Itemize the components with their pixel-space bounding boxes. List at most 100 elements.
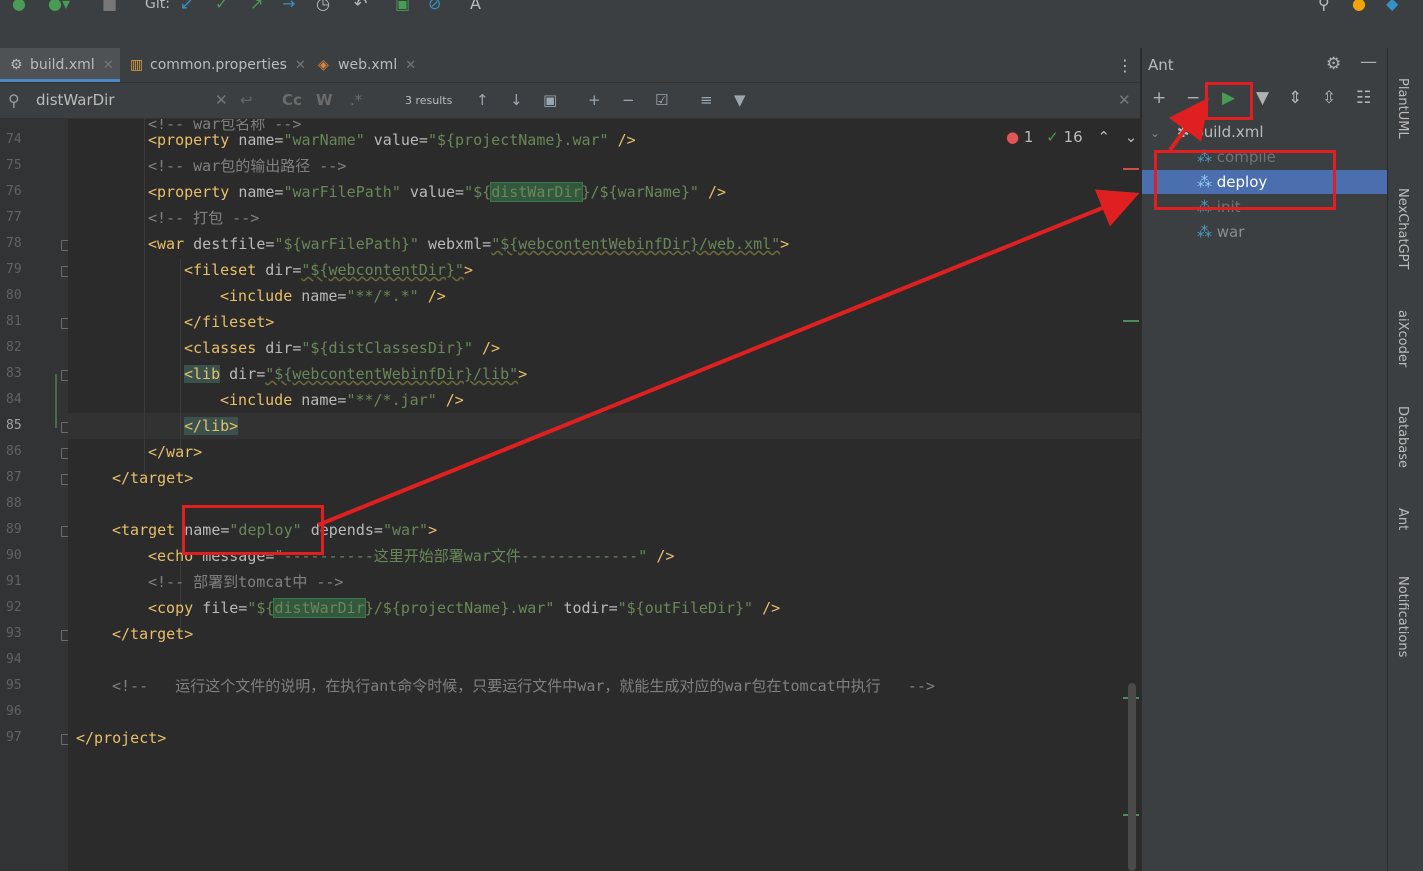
line-number: 95 xyxy=(6,678,22,693)
build-icon[interactable]: ● xyxy=(12,0,26,13)
error-icon: ● xyxy=(1006,128,1020,146)
line-number: 79 xyxy=(6,262,22,277)
select-all-occurrences-icon[interactable]: ☑ xyxy=(655,91,668,109)
tab-common-properties[interactable]: ▥ common.properties ✕ xyxy=(120,48,310,82)
add-selection-icon[interactable]: + xyxy=(588,91,601,109)
prev-highlight-icon[interactable]: ⌃ xyxy=(1097,128,1110,146)
panel-title: Ant xyxy=(1148,56,1174,74)
code-line-81: </fileset> xyxy=(184,313,275,331)
rollback-icon[interactable]: ↶ xyxy=(354,0,367,13)
line-number: 89 xyxy=(6,522,22,537)
rail-notifications[interactable]: Notifications xyxy=(1395,576,1410,657)
next-highlight-icon[interactable]: ⌄ xyxy=(1125,128,1138,146)
line-number: 83 xyxy=(6,366,22,381)
translate-icon[interactable]: A xyxy=(470,0,481,13)
line-number: 96 xyxy=(6,704,22,719)
right-tool-rail: PlantUML NexChatGPT aiXcoder Database An… xyxy=(1387,48,1423,871)
line-number: 94 xyxy=(6,652,22,667)
select-all-icon[interactable]: ▣ xyxy=(543,91,557,109)
minimize-icon[interactable]: — xyxy=(1360,52,1377,72)
code-line-76: <property name="warFilePath" value="${di… xyxy=(148,182,726,202)
collapse-all-icon[interactable]: ⇳ xyxy=(1322,88,1336,108)
code-line-77: <!-- 打包 --> xyxy=(148,209,260,227)
git-push-icon[interactable]: ↗ xyxy=(250,0,263,13)
line-number: 93 xyxy=(6,626,22,641)
annotation-box-run-button xyxy=(1205,82,1253,120)
warning-check-icon: ✓ xyxy=(1046,128,1059,146)
run-icon[interactable]: ●▾ xyxy=(48,0,70,13)
git-update-icon[interactable]: ↙ xyxy=(180,0,193,13)
stop-icon[interactable]: ■ xyxy=(102,0,117,13)
annotation-box-deploy-item xyxy=(1154,150,1336,210)
match-case-button[interactable]: Cc xyxy=(282,91,302,109)
close-icon[interactable]: ✕ xyxy=(295,58,306,73)
git-commit-icon[interactable]: ✓ xyxy=(215,0,228,13)
add-build-file-icon[interactable]: + xyxy=(1152,88,1166,108)
scrollbar[interactable] xyxy=(1128,683,1136,871)
regex-button[interactable]: .* xyxy=(350,91,362,109)
clear-search-icon[interactable]: ✕ xyxy=(215,91,228,109)
line-number: 92 xyxy=(6,600,22,615)
close-icon[interactable]: ✕ xyxy=(405,58,416,73)
code-line-80: <include name="**/*.*" /> xyxy=(220,287,446,305)
update-icon[interactable]: ● xyxy=(1352,0,1366,13)
line-number: 86 xyxy=(6,444,22,459)
expand-all-icon[interactable]: ⇕ xyxy=(1288,88,1302,108)
line-number: 88 xyxy=(6,496,22,511)
code-line-82: <classes dir="${distClassesDir}" /> xyxy=(184,339,501,357)
properties-file-icon: ▥ xyxy=(130,57,144,73)
vcs-icon[interactable]: ▣ xyxy=(395,0,410,13)
git-label: Git: xyxy=(145,0,170,12)
code-line-87: </target> xyxy=(112,469,194,487)
change-stripe[interactable] xyxy=(1123,320,1139,322)
plugin-icon[interactable]: ◆ xyxy=(1386,0,1398,13)
close-icon[interactable]: ✕ xyxy=(103,58,114,73)
tree-root[interactable]: ⌄ ✱ build.xml xyxy=(1150,120,1264,144)
code-line-91: <!-- 部署到tomcat中 --> xyxy=(148,573,344,591)
tree-item-war[interactable]: ⁂ war xyxy=(1197,220,1244,244)
filter-lines-icon[interactable]: ≡ xyxy=(700,91,713,109)
code-line-78: <war destfile="${warFilePath}" webxml="$… xyxy=(148,235,790,253)
filter-targets-icon[interactable]: ▼ xyxy=(1256,88,1269,108)
history-icon[interactable]: ◷ xyxy=(316,0,330,13)
rail-ant[interactable]: Ant xyxy=(1395,508,1410,530)
tab-build-xml[interactable]: ⚙ build.xml ✕ xyxy=(0,48,120,82)
remove-selection-icon[interactable]: − xyxy=(622,91,635,109)
remove-build-file-icon[interactable]: − xyxy=(1186,88,1200,108)
line-number: 80 xyxy=(6,288,22,303)
close-find-icon[interactable]: ✕ xyxy=(1118,91,1131,109)
tab-label: build.xml xyxy=(30,57,95,73)
tab-web-xml[interactable]: ◈ web.xml ✕ xyxy=(308,48,428,82)
git-pull-icon[interactable]: → xyxy=(282,0,295,13)
warning-count: 16 xyxy=(1063,128,1083,146)
gear-icon[interactable]: ⚙ xyxy=(1326,54,1341,74)
ant-file-icon: ⚙ xyxy=(10,57,23,73)
code-line-74: <property name="warName" value="${projec… xyxy=(148,131,636,149)
compass-icon[interactable]: ⊘ xyxy=(428,0,441,13)
whole-words-button[interactable]: W xyxy=(316,91,333,109)
tree-root-label: build.xml xyxy=(1194,123,1264,141)
xml-file-icon: ◈ xyxy=(318,57,329,73)
code-editor[interactable]: <!-- war包名称 --> <property name="warName"… xyxy=(68,119,1140,871)
line-number: 74 xyxy=(6,132,22,147)
rail-aixcoder[interactable]: aiXcoder xyxy=(1395,310,1410,367)
line-number: 85 xyxy=(6,418,22,433)
filter-icon[interactable]: ▼ xyxy=(734,91,746,109)
tree-item-label: war xyxy=(1216,223,1245,241)
previous-occurrence-icon[interactable]: ↑ xyxy=(476,91,489,109)
properties-icon[interactable]: ☷ xyxy=(1356,88,1371,108)
rail-database[interactable]: Database xyxy=(1395,406,1410,468)
chevron-down-icon: ⌄ xyxy=(1150,126,1161,140)
inspection-widget[interactable]: ● 1 ✓ 16 ⌃ ⌄ xyxy=(1006,128,1137,146)
line-number: 75 xyxy=(6,158,22,173)
next-occurrence-icon[interactable]: ↓ xyxy=(510,91,523,109)
search-everywhere-icon[interactable]: ⚲ xyxy=(1318,0,1330,13)
rail-nexchatgpt[interactable]: NexChatGPT xyxy=(1395,188,1410,269)
more-tabs-icon[interactable]: ⋮ xyxy=(1117,56,1133,75)
error-stripe[interactable] xyxy=(1123,168,1139,170)
line-gutter: 74 75 76 77 78 79 80 81 82 83 84 85 86 8… xyxy=(0,119,72,871)
results-count: 3 results xyxy=(405,94,453,107)
rail-plantuml[interactable]: PlantUML xyxy=(1395,78,1410,139)
line-number: 76 xyxy=(6,184,22,199)
new-line-icon[interactable]: ↩ xyxy=(240,91,253,109)
